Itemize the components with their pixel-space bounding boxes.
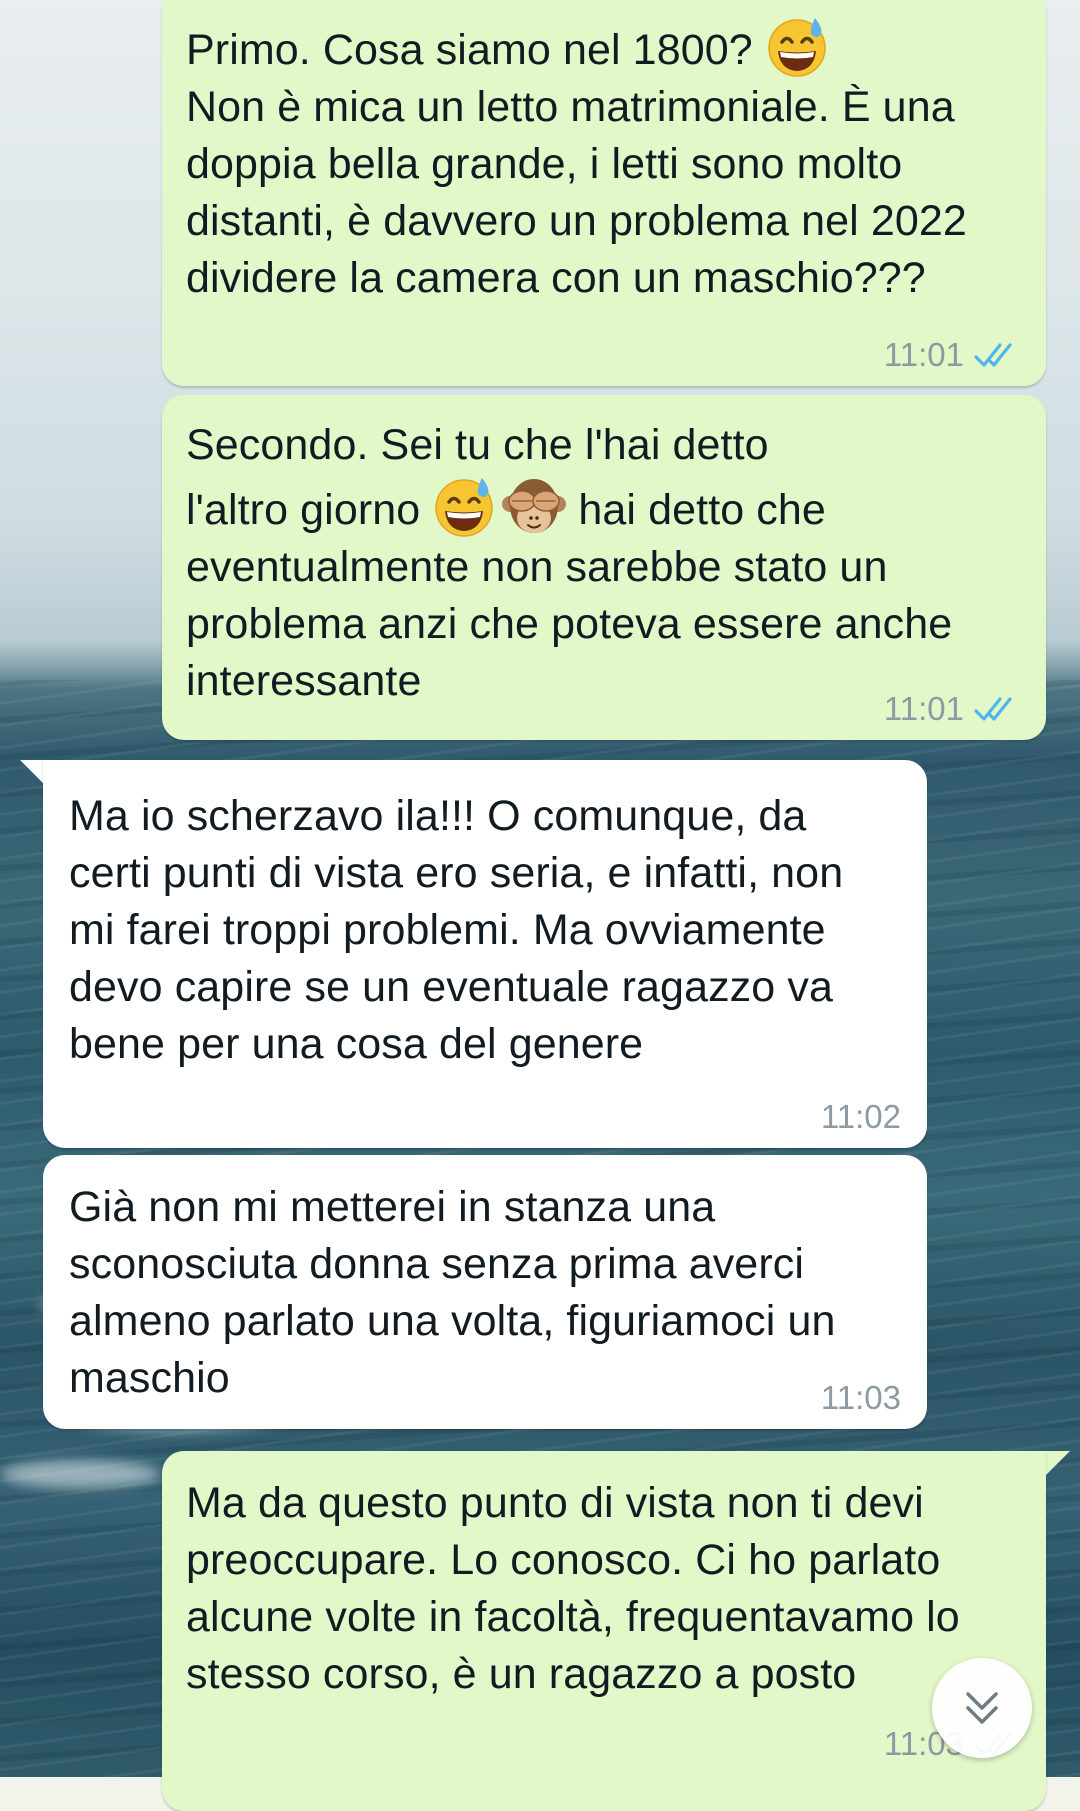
see-no-evil-monkey-icon	[502, 479, 567, 533]
message-bubble-incoming[interactable]: Già non mi metterei in stanza una sconos…	[43, 1155, 927, 1429]
wave-foam	[0, 1460, 160, 1488]
message-time: 11:01	[883, 336, 964, 373]
message-meta: 11:02	[821, 1098, 901, 1136]
grinning-face-with-sweat-icon	[435, 478, 494, 537]
message-text: Primo. Cosa siamo nel 1800? Non è mica u…	[186, 14, 1018, 307]
message-bubble-incoming[interactable]: Ma io scherzavo ila!!! O comunque, da ce…	[43, 760, 927, 1148]
scroll-to-bottom-button[interactable]	[932, 1658, 1032, 1758]
message-bubble-outgoing[interactable]: Ma da questo punto di vista non ti devi …	[162, 1451, 1046, 1811]
message-text: Secondo. Sei tu che l'hai detto l'altro …	[186, 421, 965, 705]
bubble-tail	[1046, 1451, 1070, 1475]
message-meta: 11:01	[884, 336, 1020, 374]
message-time: 11:02	[820, 1098, 901, 1135]
message-time: 11:01	[883, 690, 964, 727]
message-bubble-outgoing[interactable]: Secondo. Sei tu che l'hai detto l'altro …	[162, 395, 1046, 740]
double-chevron-down-icon	[966, 1692, 998, 1724]
message-bubble-outgoing[interactable]: Primo. Cosa siamo nel 1800? Non è mica u…	[162, 0, 1046, 386]
message-text: Ma io scherzavo ila!!! O comunque, da ce…	[69, 792, 856, 1068]
message-meta: 11:01	[884, 690, 1020, 728]
grinning-face-with-sweat-icon	[768, 18, 826, 77]
bubble-tail	[20, 760, 44, 784]
double-check-read-icon	[974, 697, 1012, 721]
double-check-read-icon	[974, 343, 1012, 367]
message-time: 11:03	[820, 1379, 901, 1416]
message-meta: 11:03	[821, 1379, 901, 1417]
message-text: Ma da questo punto di vista non ti devi …	[186, 1479, 972, 1698]
message-text: Già non mi metterei in stanza una sconos…	[69, 1183, 848, 1402]
